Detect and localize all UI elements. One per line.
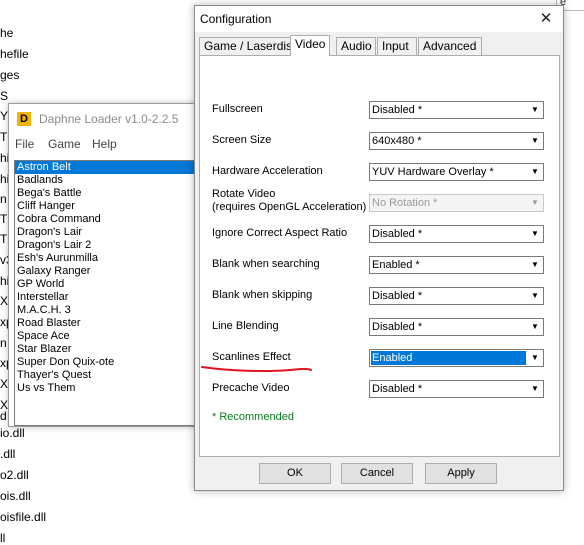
game-list-item[interactable]: Badlands bbox=[15, 174, 206, 187]
game-list-item[interactable]: Super Don Quix-ote bbox=[15, 356, 206, 369]
explorer-file-name[interactable]: n bbox=[0, 192, 7, 206]
chevron-down-icon[interactable]: ▼ bbox=[528, 351, 542, 365]
ok-button[interactable]: OK bbox=[259, 463, 331, 484]
tab-input[interactable]: Input bbox=[377, 37, 417, 55]
chevron-down-icon[interactable]: ▼ bbox=[528, 258, 542, 272]
game-list-item[interactable]: Dragon's Lair 2 bbox=[15, 239, 206, 252]
game-list-item[interactable]: M.A.C.H. 3 bbox=[15, 304, 206, 317]
chevron-down-icon[interactable]: ▼ bbox=[528, 134, 542, 148]
option-label: Precache Video bbox=[212, 382, 290, 394]
chevron-down-icon[interactable]: ▼ bbox=[528, 103, 542, 117]
option-label: Rotate Video (requires OpenGL Accelerati… bbox=[212, 188, 367, 213]
explorer-file-name[interactable]: ois.dll bbox=[0, 489, 31, 503]
menu-file[interactable]: File bbox=[15, 137, 34, 151]
game-list-item[interactable]: GP World bbox=[15, 278, 206, 291]
option-dropdown[interactable]: Disabled * ▼ bbox=[369, 225, 544, 243]
config-titlebar: Configuration ✕ bbox=[195, 6, 563, 32]
dropdown-value: Enabled bbox=[371, 351, 526, 365]
explorer-file-name[interactable]: o2.dll bbox=[0, 468, 29, 482]
option-label: Blank when skipping bbox=[212, 289, 313, 301]
dropdown-value: 640x480 * bbox=[372, 135, 422, 147]
option-label: Ignore Correct Aspect Ratio bbox=[212, 227, 348, 239]
chevron-down-icon[interactable]: ▼ bbox=[528, 320, 542, 334]
menu-game[interactable]: Game bbox=[48, 137, 81, 151]
daphne-loader-window: D Daphne Loader v1.0-2.2.5 File Game Hel… bbox=[8, 103, 208, 427]
explorer-file-name[interactable]: S bbox=[0, 89, 8, 103]
game-list[interactable]: Astron Belt Badlands Bega's Battle Cliff Ha… bbox=[14, 160, 207, 426]
configuration-dialog: Configuration ✕ Game / Laserdisc Video A… bbox=[194, 5, 564, 491]
chevron-down-icon[interactable]: ▼ bbox=[528, 227, 542, 241]
explorer-file-name[interactable]: n bbox=[0, 336, 7, 350]
game-list-item[interactable]: Space Ace bbox=[15, 330, 206, 343]
dropdown-value: Disabled * bbox=[372, 321, 423, 333]
chevron-down-icon[interactable]: ▼ bbox=[528, 165, 542, 179]
game-list-item[interactable]: Star Blazer bbox=[15, 343, 206, 356]
explorer-file-name[interactable]: io.dll bbox=[0, 426, 25, 440]
dropdown-value: Enabled * bbox=[372, 259, 420, 271]
option-label: Line Blending bbox=[212, 320, 279, 332]
explorer-file-name[interactable]: ll bbox=[0, 531, 5, 545]
daphne-titlebar: D Daphne Loader v1.0-2.2.5 bbox=[9, 104, 207, 134]
dropdown-value: Disabled * bbox=[372, 228, 423, 240]
game-list-item[interactable]: Us vs Them bbox=[15, 382, 206, 395]
recommended-note: * Recommended bbox=[212, 411, 294, 423]
chevron-down-icon[interactable]: ▼ bbox=[528, 289, 542, 303]
option-label: Blank when searching bbox=[212, 258, 320, 270]
game-list-item[interactable]: Astron Belt bbox=[15, 161, 206, 174]
game-list-item[interactable]: Esh's Aurunmilla bbox=[15, 252, 206, 265]
dropdown-value: No Rotation * bbox=[372, 197, 438, 209]
explorer-file-name[interactable]: oisfile.dll bbox=[0, 510, 46, 524]
video-tab-panel: * Recommended Fullscreen Disabled * ▼ Scree… bbox=[199, 55, 560, 457]
game-list-item[interactable]: Bega's Battle bbox=[15, 187, 206, 200]
dropdown-value: Disabled * bbox=[372, 383, 423, 395]
game-list-item[interactable]: Galaxy Ranger bbox=[15, 265, 206, 278]
tab-video[interactable]: Video bbox=[290, 35, 330, 56]
dropdown-value: Disabled * bbox=[372, 104, 423, 116]
config-title: Configuration bbox=[200, 12, 272, 26]
explorer-file-name[interactable]: .dll bbox=[0, 447, 15, 461]
daphne-title: Daphne Loader v1.0-2.2.5 bbox=[39, 112, 179, 126]
option-dropdown[interactable]: 640x480 * ▼ bbox=[369, 132, 544, 150]
daphne-app-icon: D bbox=[17, 112, 31, 126]
daphne-menubar: File Game Help bbox=[9, 134, 207, 156]
cancel-button[interactable]: Cancel bbox=[341, 463, 413, 484]
option-dropdown[interactable]: Disabled * ▼ bbox=[369, 287, 544, 305]
dropdown-value: Disabled * bbox=[372, 290, 423, 302]
option-dropdown[interactable]: Enabled * ▼ bbox=[369, 256, 544, 274]
explorer-file-name[interactable]: he bbox=[0, 26, 13, 40]
game-list-item[interactable]: Thayer's Quest bbox=[15, 369, 206, 382]
game-list-item[interactable]: Dragon's Lair bbox=[15, 226, 206, 239]
option-label: Screen Size bbox=[212, 134, 272, 146]
explorer-file-name[interactable]: hefile bbox=[0, 47, 29, 61]
option-dropdown[interactable]: Enabled ▼ bbox=[369, 349, 544, 367]
apply-button[interactable]: Apply bbox=[425, 463, 497, 484]
option-dropdown[interactable]: Disabled * ▼ bbox=[369, 380, 544, 398]
game-list-item[interactable]: Cliff Hanger bbox=[15, 200, 206, 213]
game-list-item[interactable]: Road Blaster bbox=[15, 317, 206, 330]
option-label: Hardware Acceleration bbox=[212, 165, 323, 177]
tab-game-laserdisc[interactable]: Game / Laserdisc bbox=[199, 37, 298, 55]
option-dropdown[interactable]: YUV Hardware Overlay * ▼ bbox=[369, 163, 544, 181]
dropdown-value: YUV Hardware Overlay * bbox=[372, 166, 494, 178]
close-icon[interactable]: ✕ bbox=[537, 9, 555, 27]
menu-help[interactable]: Help bbox=[92, 137, 117, 151]
chevron-down-icon[interactable]: ▼ bbox=[528, 382, 542, 396]
option-label: Scanlines Effect bbox=[212, 351, 291, 363]
option-dropdown[interactable]: Disabled * ▼ bbox=[369, 318, 544, 336]
game-list-item[interactable]: Cobra Command bbox=[15, 213, 206, 226]
tab-audio[interactable]: Audio bbox=[336, 37, 376, 55]
explorer-file-name[interactable]: d bbox=[0, 409, 7, 423]
chevron-down-icon: ▼ bbox=[528, 196, 542, 210]
game-list-item[interactable]: Interstellar bbox=[15, 291, 206, 304]
option-label: Fullscreen bbox=[212, 103, 263, 115]
option-dropdown[interactable]: Disabled * ▼ bbox=[369, 101, 544, 119]
explorer-file-name[interactable]: ges bbox=[0, 68, 19, 82]
tab-advanced[interactable]: Advanced bbox=[418, 37, 482, 55]
option-dropdown: No Rotation * ▼ bbox=[369, 194, 544, 212]
